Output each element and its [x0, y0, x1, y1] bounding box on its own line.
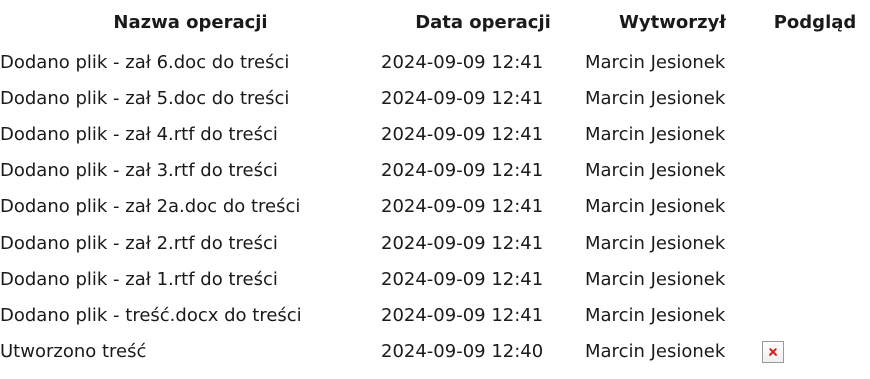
operation-name: Dodano plik - treść.docx do treści [0, 304, 302, 326]
table-row: Dodano plik - treść.docx do treści 2024-… [0, 297, 870, 333]
preview-cell [760, 153, 870, 189]
created-by: Marcin Jesionek [585, 87, 726, 109]
created-by: Marcin Jesionek [585, 160, 726, 182]
created-by: Marcin Jesionek [585, 51, 726, 73]
created-by: Marcin Jesionek [585, 268, 726, 290]
column-header-operation-date: Data operacji [415, 11, 551, 33]
created-by: Marcin Jesionek [585, 232, 726, 254]
operation-date: 2024-09-09 12:41 [381, 160, 544, 182]
operation-name: Dodano plik - zał 2a.doc do treści [0, 196, 301, 218]
preview-cell [760, 261, 870, 297]
table-row: Dodano plik - zał 5.doc do treści 2024-0… [0, 80, 870, 116]
operation-date: 2024-09-09 12:41 [381, 51, 544, 73]
table-row: Dodano plik - zał 2a.doc do treści 2024-… [0, 189, 870, 225]
operation-name: Dodano plik - zał 1.rtf do treści [0, 268, 278, 290]
preview-cell [760, 297, 870, 333]
column-header-preview: Podgląd [773, 11, 857, 33]
created-by: Marcin Jesionek [585, 196, 726, 218]
table-row: Utworzono treść 2024-09-09 12:40 Marcin … [0, 334, 870, 370]
operation-date: 2024-09-09 12:41 [381, 304, 544, 326]
table-row: Dodano plik - zał 3.rtf do treści 2024-0… [0, 153, 870, 189]
table-header-row: Nazwa operacji Data operacji Wytworzył P… [0, 0, 870, 44]
operation-date: 2024-09-09 12:41 [381, 232, 544, 254]
preview-cell [760, 80, 870, 116]
table-row: Dodano plik - zał 1.rtf do treści 2024-0… [0, 261, 870, 297]
preview-cell [760, 334, 870, 370]
created-by: Marcin Jesionek [585, 304, 726, 326]
operation-name: Dodano plik - zał 2.rtf do treści [0, 232, 278, 254]
operation-name: Dodano plik - zał 4.rtf do treści [0, 123, 278, 145]
table-row: Dodano plik - zał 2.rtf do treści 2024-0… [0, 225, 870, 261]
operation-name: Dodano plik - zał 6.doc do treści [0, 51, 290, 73]
created-by: Marcin Jesionek [585, 341, 726, 363]
table-row: Dodano plik - zał 6.doc do treści 2024-0… [0, 44, 870, 80]
operation-name: Dodano plik - zał 3.rtf do treści [0, 160, 278, 182]
operation-date: 2024-09-09 12:41 [381, 87, 544, 109]
preview-cell [760, 44, 870, 80]
preview-cell [760, 189, 870, 225]
broken-image-icon[interactable] [762, 340, 784, 363]
column-header-created-by: Wytworzył [619, 11, 726, 33]
operations-history-table: Nazwa operacji Data operacji Wytworzył P… [0, 0, 870, 370]
operation-name: Dodano plik - zał 5.doc do treści [0, 87, 290, 109]
operation-date: 2024-09-09 12:41 [381, 123, 544, 145]
created-by: Marcin Jesionek [585, 123, 726, 145]
operation-date: 2024-09-09 12:41 [381, 196, 544, 218]
operation-date: 2024-09-09 12:41 [381, 268, 544, 290]
preview-cell [760, 116, 870, 152]
operation-name: Utworzono treść [0, 341, 147, 363]
operation-date: 2024-09-09 12:40 [381, 341, 544, 363]
table-row: Dodano plik - zał 4.rtf do treści 2024-0… [0, 116, 870, 152]
preview-cell [760, 225, 870, 261]
column-header-operation-name: Nazwa operacji [113, 11, 268, 33]
